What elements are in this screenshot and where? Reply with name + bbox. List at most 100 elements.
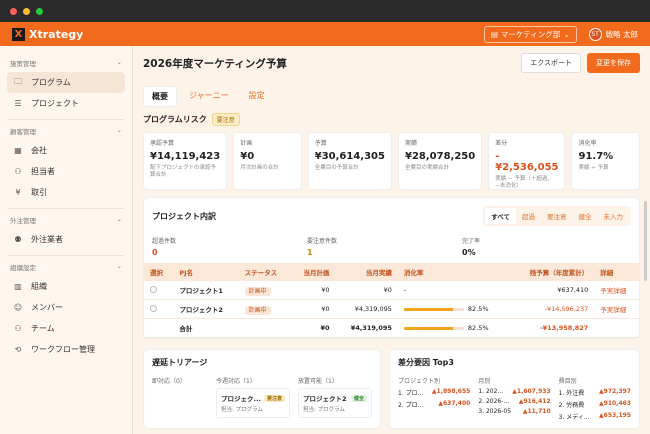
save-button[interactable]: 変更を保存 — [587, 53, 640, 73]
kpi-value: ¥30,614,305 — [314, 151, 385, 162]
filter-option[interactable]: 未入力 — [598, 208, 630, 224]
user-menu[interactable]: ST 戦略 太郎 — [588, 27, 638, 41]
filter-option[interactable]: 超過 — [516, 208, 541, 224]
project-name[interactable]: プロジェクト1 — [173, 281, 239, 300]
variance-value: ▲11,710 — [522, 408, 551, 415]
table-row[interactable]: プロジェクト2 計画中 ¥0 ¥4,319,095 82.5% -¥14,596,237 予… — [144, 299, 639, 319]
list-icon: ☰ — [14, 99, 22, 108]
tab-overview[interactable]: 概要 — [143, 86, 177, 107]
status-cell: 計画中 — [238, 281, 291, 300]
sidebar-item[interactable]: ▥ 組織 — [7, 276, 125, 297]
variance-row[interactable]: 3. 2026-05 ▲11,710 — [478, 408, 550, 415]
select-checkbox[interactable] — [150, 304, 157, 312]
remaining-budget: ¥637,410 — [511, 281, 595, 300]
sidebar-item-label: プログラム — [31, 78, 71, 87]
tab-journey[interactable]: ジャーニー — [181, 86, 237, 107]
sidebar-item[interactable]: ⟲ ワークフロー管理 — [7, 339, 125, 360]
triage-card[interactable]: プロジェクト2 健全 担当: プログラム — [298, 388, 372, 418]
variance-value: ▲1,898,655 — [431, 388, 471, 395]
variance-name: 2. プロ... — [398, 402, 424, 409]
select-checkbox[interactable] — [150, 285, 157, 293]
variance-row[interactable]: 2. 労務費 ▲910,463 — [559, 400, 631, 409]
triage-column-header: 即対応（0） — [152, 378, 186, 385]
total-spacer — [594, 318, 639, 338]
vendor-icon: ⚉ — [14, 235, 22, 244]
variance-name: 1. 外注費 — [558, 390, 585, 397]
filter-option[interactable]: すべて — [485, 208, 516, 224]
variance-name: 1. 202... — [478, 388, 504, 395]
detail-link[interactable]: 予実詳細 — [594, 281, 639, 300]
maximize-window-button[interactable] — [36, 7, 43, 15]
close-window-button[interactable] — [10, 7, 17, 15]
triage-card-name: プロジェク... — [221, 395, 261, 403]
sidebar-item[interactable]: ¥ 取引 — [7, 182, 125, 203]
window-chrome — [0, 0, 650, 22]
variance-row[interactable]: 2. プロ... ▲637,400 — [398, 400, 470, 409]
sidebar-item[interactable]: ☺ メンバー — [7, 297, 125, 318]
triage-card[interactable]: プロジェク... 要注意 担当: プログラム — [216, 388, 290, 418]
sidebar-section-title[interactable]: 組織設定 ⌄ — [0, 262, 132, 272]
variance-value: ▲653,195 — [599, 412, 631, 419]
stat-label: 完了率 — [462, 238, 481, 245]
triage-column-header: 放置可能（1） — [298, 378, 338, 385]
sidebar-item[interactable]: ☰ プロジェクト — [7, 93, 125, 114]
select-cell — [144, 281, 174, 300]
sidebar-item[interactable]: ⚇ 担当者 — [7, 161, 125, 182]
sidebar-item-label: 外注業者 — [31, 235, 63, 244]
sidebar-item[interactable]: ⚇ チーム — [7, 318, 125, 339]
sidebar-item[interactable]: ⚉ 外注業者 — [7, 229, 125, 250]
detail-link[interactable]: 予実詳細 — [594, 299, 639, 319]
status-badge: 要注意 — [263, 394, 285, 402]
kpi-label: 計画 — [240, 140, 253, 147]
tab-settings[interactable]: 設定 — [241, 86, 273, 107]
team-icon: ⚇ — [14, 324, 22, 333]
sidebar-item[interactable]: ▦ 会社 — [7, 140, 125, 161]
filter-option[interactable]: 要注意 — [541, 208, 573, 224]
variance-row[interactable]: 1. 202... ▲1,607,933 — [478, 388, 550, 395]
variance-row[interactable]: 2. 2026-... ▲916,412 — [478, 398, 550, 405]
variance-value: ▲637,400 — [438, 400, 471, 407]
department-selector[interactable]: ▤ マーケティング部 ⌄ — [483, 25, 577, 43]
variance-row[interactable]: 3. メディ... ▲653,195 — [559, 412, 631, 421]
variance-row[interactable]: 1. 外注費 ▲972,397 — [559, 388, 631, 397]
chevron-down-icon: ⌄ — [116, 215, 122, 223]
kpi-label: 承認予算 — [150, 140, 175, 147]
export-button[interactable]: エクスポート — [521, 53, 581, 73]
risk-badge: 要注意 — [211, 113, 240, 126]
summary-stat: 要注意件数 1 — [307, 236, 462, 257]
column-header: 当月実績 — [335, 263, 398, 281]
app-logo[interactable]: X Xtrategy — [12, 27, 84, 41]
table-row[interactable]: プロジェクト1 計画中 ¥0 ¥0- ¥637,410 予実詳細 — [144, 281, 639, 300]
yen-icon: ¥ — [15, 188, 21, 197]
variance-row[interactable]: 1. プロ... ▲1,898,655 — [398, 388, 470, 397]
filter-option[interactable]: 健全 — [573, 208, 598, 224]
monthly-actual: ¥4,319,095 — [335, 299, 398, 319]
sidebar-section-title[interactable]: 外注管理 ⌄ — [0, 215, 132, 225]
stat-label: 超過件数 — [152, 238, 177, 245]
triage-card-title: プロジェクト2 健全 — [303, 393, 367, 403]
department-label: マーケティング部 — [500, 29, 561, 39]
sidebar-section-title[interactable]: 施策管理 ⌄ — [0, 58, 132, 68]
sidebar-item-label: 会社 — [31, 146, 47, 155]
workflow-icon: ⟲ — [14, 345, 22, 354]
triage-panel: 遅延トリアージ 即対応（0） 今週対応（1） プロジェク... 要注意 担当: プログラ… — [143, 349, 381, 429]
minimize-window-button[interactable] — [23, 7, 30, 15]
project-name[interactable]: プロジェクト2 — [173, 299, 239, 319]
variance-column-header: プロジェクト別 — [398, 378, 441, 385]
chevron-down-icon: ⌄ — [116, 126, 122, 134]
scrollbar[interactable] — [644, 201, 647, 281]
app-name: Xtrategy — [29, 27, 84, 41]
kpi-value: ¥14,119,423 — [150, 151, 221, 162]
sidebar-section-title[interactable]: 顧客管理 ⌄ — [0, 126, 132, 136]
triage-column: 放置可能（1） プロジェクト2 健全 担当: プログラム — [298, 376, 372, 418]
kpi-card: 差分 -¥2,536,055 実績 − 予算（＋超過、−未消化） — [488, 132, 566, 190]
sidebar-item[interactable]: 🗀 プログラム — [7, 72, 125, 93]
triage-card-name: プロジェクト2 — [303, 395, 347, 403]
variance-name: 3. メディ... — [558, 414, 590, 421]
sidebar-section-label: 顧客管理 — [10, 128, 36, 136]
column-header: 消化率 — [397, 263, 512, 281]
variance-name: 2. 2026-... — [478, 398, 510, 405]
page-title: 2026年度マーケティング予算 — [143, 57, 287, 70]
chevron-down-icon: ⌄ — [116, 58, 122, 66]
person-icon: ☺ — [13, 303, 23, 312]
